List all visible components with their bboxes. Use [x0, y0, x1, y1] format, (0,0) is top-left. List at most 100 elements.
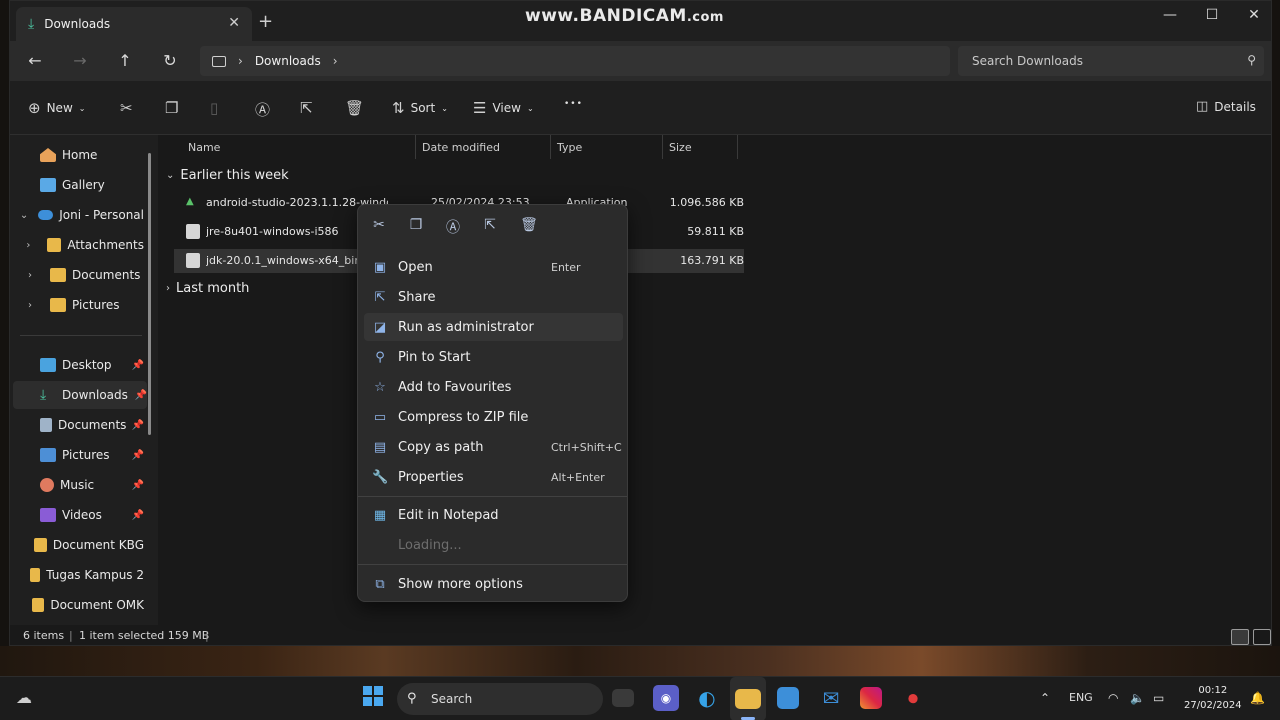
notification-bell-icon[interactable]: 🔔 — [1250, 691, 1265, 705]
sidebar-item-downloads[interactable]: ⤓ Downloads 📌 — [13, 381, 147, 409]
menu-item-copy-as-path[interactable]: ▤ Copy as path Ctrl+Shift+C — [364, 433, 623, 461]
start-button[interactable] — [360, 685, 386, 711]
folder-icon — [34, 538, 47, 552]
scissors-icon[interactable]: ✂ — [369, 217, 389, 233]
menu-item-add-to-favourites[interactable]: ☆ Add to Favourites — [364, 373, 623, 401]
chevron-up-icon[interactable]: ⌃ — [1040, 691, 1050, 705]
forward-arrow-icon[interactable]: → — [70, 51, 90, 70]
instagram-icon[interactable] — [860, 687, 882, 709]
back-arrow-icon[interactable]: ← — [25, 51, 45, 70]
sidebar-item-pictures[interactable]: Pictures 📌 — [10, 441, 144, 469]
volume-icon[interactable]: 🔈 — [1130, 691, 1145, 705]
sidebar-item-onedrive-pictures[interactable]: › Pictures — [10, 291, 144, 319]
task-view-icon[interactable] — [612, 689, 634, 707]
sidebar-item-document-kbg[interactable]: Document KBG — [10, 531, 144, 559]
paste-button[interactable]: ▯ — [210, 99, 218, 117]
copy-icon[interactable]: ❐ — [406, 217, 426, 233]
copy-button[interactable]: ❐ — [165, 99, 178, 117]
weather-icon[interactable]: ☁ — [11, 685, 37, 711]
sort-label: Sort — [410, 101, 436, 115]
clock[interactable]: 00:12 27/02/2024 — [1184, 683, 1242, 713]
chevron-right-icon[interactable]: › — [10, 240, 47, 251]
menu-item-properties[interactable]: 🔧 Properties Alt+Enter — [364, 463, 623, 491]
tiles-view-icon[interactable] — [1253, 629, 1271, 645]
details-button[interactable]: ◫ Details — [1196, 99, 1256, 114]
file-size: 1.096.586 KB — [669, 196, 744, 209]
sidebar-item-attachments[interactable]: › Attachments — [10, 231, 144, 259]
delete-button[interactable]: 🗑 — [345, 99, 364, 117]
menu-item-open[interactable]: ▣ Open Enter — [364, 253, 623, 281]
file-explorer-icon[interactable] — [735, 689, 761, 709]
sidebar-item-onedrive[interactable]: ⌄ Joni - Personal — [10, 201, 144, 229]
teams-icon[interactable]: ◉ — [653, 685, 679, 711]
maximize-button[interactable]: ☐ — [1202, 7, 1222, 23]
sidebar-item-music[interactable]: Music 📌 — [10, 471, 144, 499]
tab-label: Downloads — [44, 17, 111, 31]
column-header-type[interactable]: Type — [551, 135, 663, 159]
new-tab-button[interactable]: + — [258, 11, 273, 32]
edge-icon[interactable]: ◐ — [694, 685, 720, 711]
group-header-earlier-this-week[interactable]: ⌄ Earlier this week — [166, 168, 289, 183]
menu-item-label: Edit in Notepad — [398, 507, 499, 523]
star-icon: ☆ — [374, 379, 386, 395]
sidebar-item-gallery[interactable]: Gallery — [10, 171, 144, 199]
navigation-bar: ← → ↑ ↻ › Downloads › ⚲ — [10, 41, 1271, 81]
menu-item-run-as-administrator[interactable]: ◪ Run as administrator — [364, 313, 623, 341]
group-header-last-month[interactable]: › Last month — [166, 281, 249, 296]
rename-icon[interactable]: Ⓐ — [443, 217, 463, 237]
sidebar-item-document-omk[interactable]: Document OMK — [10, 591, 144, 619]
sidebar-item-tugas-kampus[interactable]: Tugas Kampus 2 — [10, 561, 144, 589]
address-bar[interactable]: › Downloads › — [200, 46, 950, 76]
menu-item-share[interactable]: ⇱ Share — [364, 283, 623, 311]
tab-close-icon[interactable]: ✕ — [228, 15, 240, 31]
cut-button[interactable]: ✂ — [120, 99, 133, 117]
sidebar-item-videos[interactable]: Videos 📌 — [10, 501, 144, 529]
share-button[interactable]: ⇱ — [300, 99, 313, 117]
search-input[interactable] — [958, 46, 1228, 76]
wifi-icon[interactable]: ◠ — [1108, 691, 1118, 705]
sort-button[interactable]: ⇅ Sort ⌄ — [392, 99, 448, 117]
sidebar-item-onedrive-documents[interactable]: › Documents — [10, 261, 144, 289]
view-button[interactable]: ☰ View ⌄ — [473, 99, 534, 117]
record-icon[interactable]: ⏺ — [900, 685, 926, 711]
breadcrumb-chevron[interactable]: › — [333, 54, 338, 68]
battery-icon[interactable]: ▭ — [1153, 691, 1164, 705]
minimize-button[interactable]: — — [1160, 7, 1180, 23]
taskbar-search-input[interactable] — [397, 683, 603, 715]
chevron-down-icon: ⌄ — [78, 103, 86, 113]
sidebar-item-home[interactable]: Home — [10, 141, 144, 169]
rename-button[interactable]: Ⓐ — [255, 99, 270, 120]
sidebar-item-desktop[interactable]: Desktop 📌 — [10, 351, 144, 379]
new-button[interactable]: ⊕ New ⌄ — [28, 99, 85, 117]
breadcrumb-downloads[interactable]: Downloads — [255, 54, 321, 68]
up-arrow-icon[interactable]: ↑ — [115, 51, 135, 70]
trash-icon[interactable]: 🗑 — [519, 217, 539, 233]
mail-icon[interactable]: ✉ — [818, 685, 844, 711]
details-view-icon[interactable] — [1231, 629, 1249, 645]
chevron-right-icon[interactable]: › — [10, 270, 50, 281]
column-header-name[interactable]: Name — [182, 135, 416, 159]
menu-item-label: Loading... — [398, 537, 462, 553]
menu-item-label: Run as administrator — [398, 319, 534, 335]
share-icon[interactable]: ⇱ — [480, 217, 500, 233]
search-icon: ⚲ — [1247, 53, 1256, 67]
chevron-down-icon[interactable]: ⌄ — [10, 210, 38, 221]
column-header-size[interactable]: Size — [663, 135, 738, 159]
sidebar-item-documents[interactable]: Documents 📌 — [10, 411, 144, 439]
refresh-icon[interactable]: ↻ — [160, 51, 180, 70]
tab-downloads[interactable]: ⤓ Downloads ✕ — [16, 7, 252, 41]
sidebar-divider — [20, 335, 142, 336]
chevron-right-icon[interactable]: › — [10, 300, 50, 311]
language-indicator[interactable]: ENG — [1069, 691, 1093, 704]
sidebar-scrollbar[interactable] — [148, 153, 151, 435]
menu-item-pin-to-start[interactable]: ⚲ Pin to Start — [364, 343, 623, 371]
more-options-button[interactable]: ••• — [564, 99, 583, 109]
column-header-date-modified[interactable]: Date modified — [416, 135, 551, 159]
close-window-button[interactable]: ✕ — [1244, 7, 1264, 23]
menu-item-show-more-options[interactable]: ⧉ Show more options — [364, 570, 623, 598]
menu-item-compress-zip[interactable]: ▭ Compress to ZIP file — [364, 403, 623, 431]
menu-item-edit-in-notepad[interactable]: ▦ Edit in Notepad — [364, 501, 623, 529]
file-name: jre-8u401-windows-i586 — [206, 225, 339, 238]
sidebar-item-label: Joni - Personal — [59, 208, 144, 222]
store-icon[interactable] — [777, 687, 799, 709]
